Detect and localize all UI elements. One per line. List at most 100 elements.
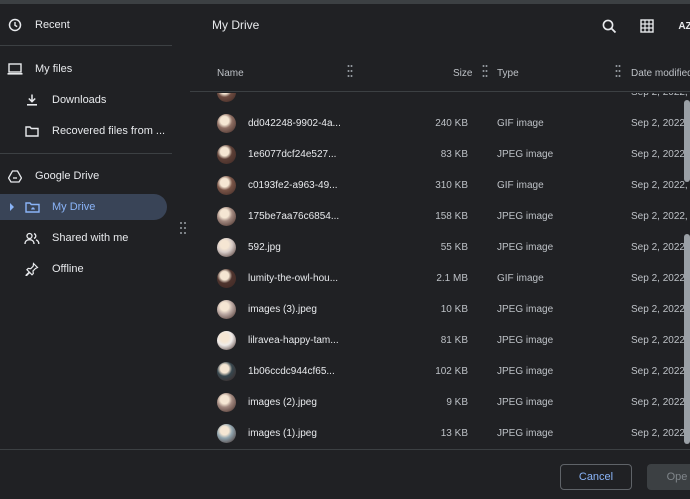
file-thumbnail (217, 93, 236, 102)
file-date: Sep 2, 2022, 1 (631, 366, 690, 377)
file-size: 81 KB (440, 335, 468, 346)
file-type: JPEG image (497, 242, 554, 253)
cancel-button[interactable]: Cancel (560, 464, 632, 490)
file-thumbnail (217, 176, 236, 195)
file-size: 83 KB (440, 149, 468, 160)
file-thumbnail (217, 207, 236, 226)
file-thumbnail (217, 424, 236, 443)
file-name: images (1).jpeg (248, 428, 317, 439)
file-name: images (3).jpeg (248, 304, 317, 315)
table-row[interactable]: c0193fe2-a963-49... 310 KB GIF image Sep 2,… (190, 170, 690, 201)
file-name: c0193fe2-a963-49... (248, 180, 338, 191)
sidebar-item-label: Offline (52, 263, 84, 275)
column-header: Name Size Type Date modified (190, 54, 690, 92)
file-type: JPEG image (497, 335, 554, 346)
file-size: 240 KB (435, 118, 468, 129)
table-row[interactable]: images (2).jpeg 9 KB JPEG image Sep 2, 2022… (190, 387, 690, 418)
dialog-footer: Cancel Ope (0, 449, 690, 499)
sidebar-item-label: Recent (35, 19, 70, 31)
sidebar-item-my-drive[interactable]: My Drive (0, 194, 167, 220)
sidebar-item-my-files[interactable]: My files (0, 56, 172, 82)
column-resize-icon[interactable] (615, 64, 621, 78)
table-row[interactable]: lumity-the-owl-hou... 2.1 MB GIF image Sep … (190, 263, 690, 294)
sidebar-resize-handle[interactable] (179, 221, 187, 235)
drive-icon (7, 168, 23, 184)
sidebar-item-offline[interactable]: Offline (0, 256, 172, 282)
file-date: Sep 2, 2022, 1 (631, 180, 690, 191)
file-size: 2.1 MB (436, 273, 468, 284)
file-date: Sep 2, 2022, 1 (631, 242, 690, 253)
file-type: GIF image (497, 180, 544, 191)
laptop-icon (7, 61, 23, 77)
file-date: Sep 2, 2022, 1 (631, 93, 690, 98)
folder-icon (24, 123, 40, 139)
column-date[interactable]: Date modified (631, 68, 690, 79)
column-size[interactable]: Size (453, 68, 472, 79)
people-icon (24, 230, 40, 246)
drive-folder-icon (24, 199, 40, 215)
column-resize-icon[interactable] (347, 64, 353, 78)
caret-right-icon[interactable] (7, 199, 17, 215)
file-thumbnail (217, 145, 236, 164)
column-resize-icon[interactable] (482, 64, 488, 78)
sidebar: Recent My files Downloads Recovered file… (0, 4, 190, 449)
file-date: Sep 2, 2022, 1 (631, 118, 690, 129)
table-row[interactable]: 1e6077dcf24e527... 83 KB JPEG image Sep 2, … (190, 139, 690, 170)
file-thumbnail (217, 331, 236, 350)
file-size: 9 KB (446, 397, 468, 408)
sidebar-item-recovered[interactable]: Recovered files from ... (0, 118, 172, 144)
file-size: 102 KB (435, 366, 468, 377)
table-row[interactable]: images (3).jpeg 10 KB JPEG image Sep 2, 202… (190, 294, 690, 325)
file-type: JPEG image (497, 428, 554, 439)
table-row[interactable]: 1b06ccdc944cf65... 102 KB JPEG image Sep 2,… (190, 356, 690, 387)
sidebar-item-label: My Drive (52, 201, 96, 213)
file-type: JPEG image (497, 366, 554, 377)
clock-icon (7, 17, 23, 33)
file-date: Sep 2, 2022, 1 (631, 428, 690, 439)
file-size: 310 KB (435, 180, 468, 191)
file-type: JPEG image (497, 149, 554, 160)
open-button[interactable]: Ope (647, 464, 690, 490)
sidebar-item-google-drive[interactable]: Google Drive (0, 163, 172, 189)
sidebar-item-shared[interactable]: Shared with me (0, 225, 172, 251)
grid-view-icon[interactable] (638, 17, 656, 35)
file-type: GIF image (497, 273, 544, 284)
divider (0, 153, 172, 154)
file-thumbnail (217, 114, 236, 133)
file-name: 175be7aa76c6854... (248, 211, 340, 222)
table-row[interactable]: images (1).jpeg 13 KB JPEG image Sep 2, 202… (190, 418, 690, 449)
file-thumbnail (217, 393, 236, 412)
table-row[interactable]: Sep 2, 2022, 1 (190, 93, 690, 108)
file-name: lilravea-happy-tam... (248, 335, 339, 346)
page-title: My Drive (212, 18, 260, 32)
file-date: Sep 2, 2022, 1 (631, 304, 690, 315)
file-size: 55 KB (440, 242, 468, 253)
search-icon[interactable] (600, 17, 618, 35)
table-row[interactable]: lilravea-happy-tam... 81 KB JPEG image Sep … (190, 325, 690, 356)
file-name: 592.jpg (248, 242, 281, 253)
title-bar: My Drive AZ (190, 4, 690, 48)
sidebar-item-label: Google Drive (35, 170, 100, 182)
sidebar-item-recent[interactable]: Recent (0, 12, 172, 38)
table-row[interactable]: 175be7aa76c6854... 158 KB JPEG image Sep 2,… (190, 201, 690, 232)
file-type: GIF image (497, 118, 544, 129)
file-name: 1b06ccdc944cf65... (248, 366, 335, 377)
scrollbar-thumb[interactable] (684, 100, 690, 182)
table-row[interactable]: 592.jpg 55 KB JPEG image Sep 2, 2022, 1 (190, 232, 690, 263)
sort-icon[interactable]: AZ (675, 17, 690, 35)
file-thumbnail (217, 238, 236, 257)
file-size: 158 KB (435, 211, 468, 222)
sidebar-item-label: Shared with me (52, 232, 129, 244)
file-type: JPEG image (497, 397, 554, 408)
file-date: Sep 2, 2022, 1 (631, 273, 690, 284)
column-name[interactable]: Name (217, 68, 244, 79)
file-list: Sep 2, 2022, 1 dd042248-9902-4a... 240 KB G… (190, 93, 690, 449)
file-size: 10 KB (440, 304, 468, 315)
column-type[interactable]: Type (497, 68, 519, 79)
scrollbar-track[interactable] (684, 234, 690, 444)
download-icon (24, 92, 40, 108)
table-row[interactable]: dd042248-9902-4a... 240 KB GIF image Sep 2,… (190, 108, 690, 139)
sidebar-item-downloads[interactable]: Downloads (0, 87, 172, 113)
file-thumbnail (217, 269, 236, 288)
file-type: JPEG image (497, 211, 554, 222)
